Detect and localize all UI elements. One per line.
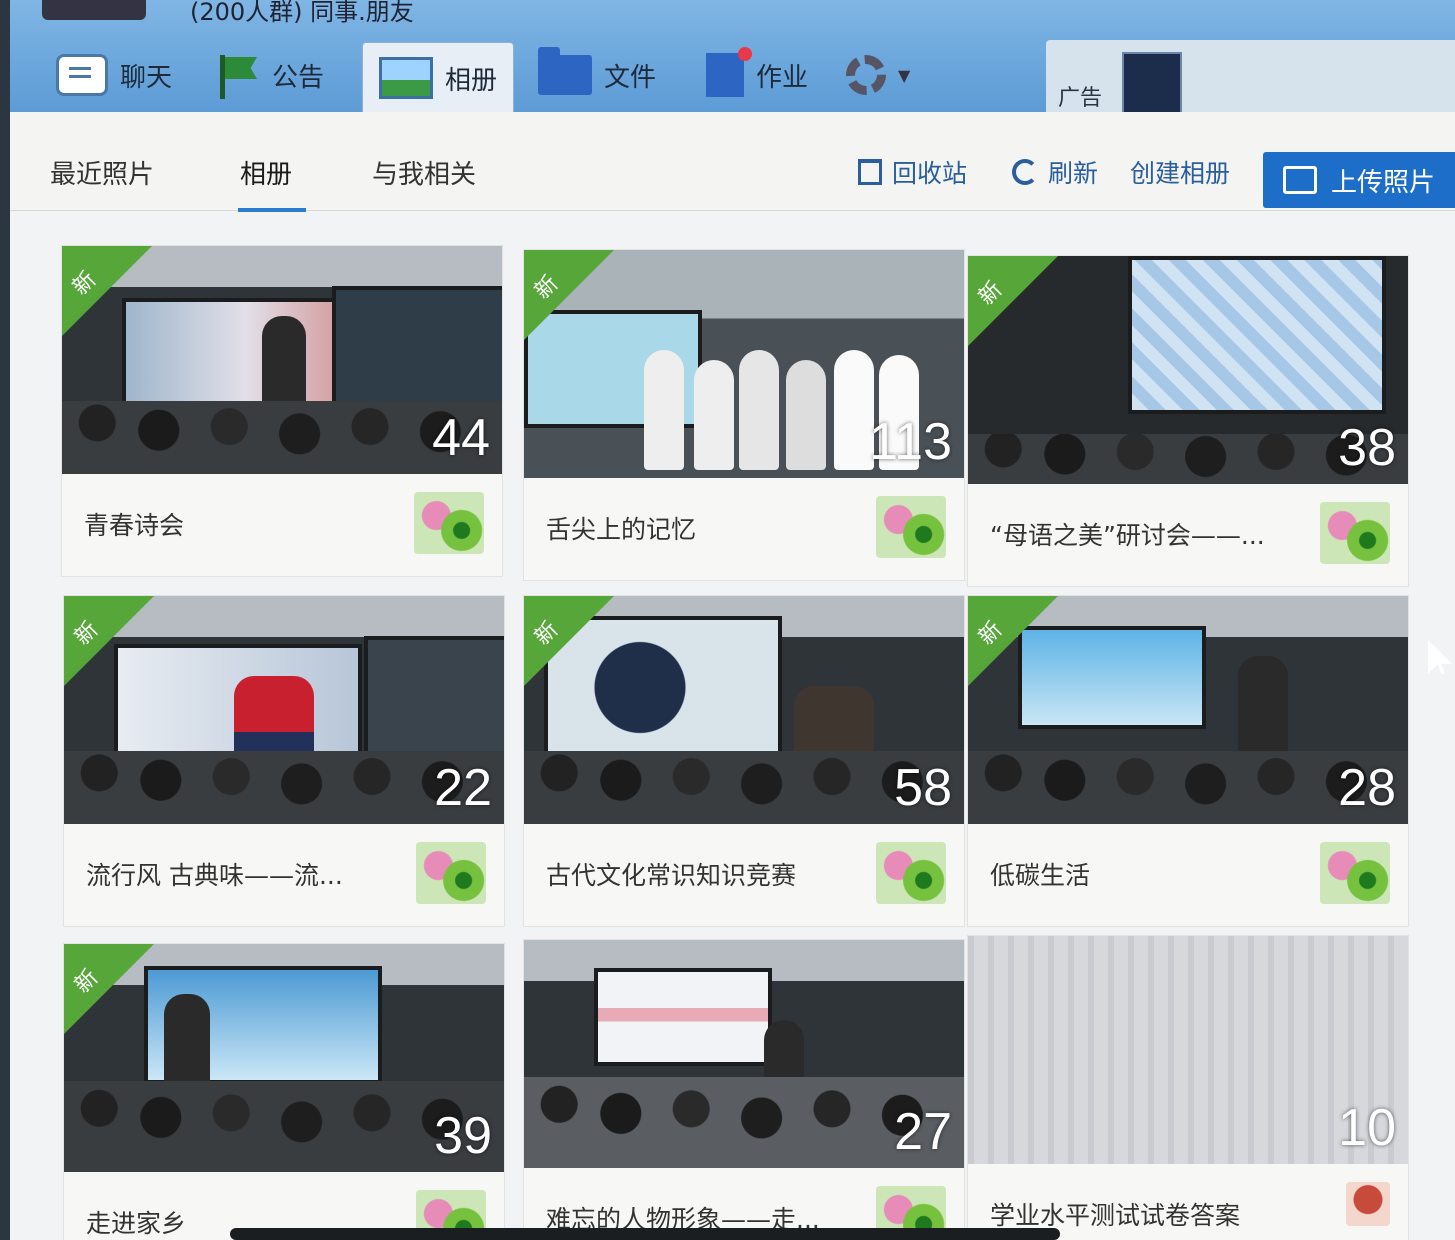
flag-icon <box>216 53 260 99</box>
new-badge: 新 <box>64 944 154 1034</box>
refresh-icon <box>1012 159 1038 185</box>
photo-count: 28 <box>1338 759 1396 817</box>
tab-recent-photos[interactable]: 最近照片 <box>50 154 154 191</box>
refresh-label: 刷新 <box>1048 159 1099 188</box>
group-avatar <box>42 0 146 20</box>
toolbar-files[interactable]: 文件 <box>538 46 656 104</box>
new-badge: 新 <box>968 596 1058 686</box>
tab-related-to-me[interactable]: 与我相关 <box>372 154 476 191</box>
recycle-bin-label: 回收站 <box>892 159 968 188</box>
photo-count: 22 <box>434 759 492 817</box>
owner-avatar <box>416 842 486 904</box>
album-card[interactable]: 28 新 低碳生活 <box>968 596 1408 926</box>
photo-count: 44 <box>432 409 490 467</box>
album-title: 低碳生活 <box>990 861 1091 890</box>
album-card[interactable]: 22 新 流行风 古典味——流... <box>64 596 504 926</box>
owner-avatar <box>876 842 946 904</box>
photo-count: 113 <box>869 413 952 471</box>
gear-icon <box>846 55 886 95</box>
album-card[interactable]: 27 难忘的人物形象——走... <box>524 940 964 1240</box>
group-toolbar: (200人群) 同事.朋友 聊天 公告 相册 文件 作业 ▼ 广告 <box>10 0 1455 130</box>
app-window: (200人群) 同事.朋友 聊天 公告 相册 文件 作业 ▼ 广告 最近照片 相… <box>10 0 1455 1240</box>
new-badge: 新 <box>62 246 152 336</box>
chat-icon <box>56 54 108 96</box>
group-title: (200人群) 同事.朋友 <box>190 0 414 26</box>
album-card[interactable]: 58 新 古代文化常识知识竞赛 <box>524 596 964 926</box>
folder-icon <box>538 47 592 95</box>
ad-thumbnail[interactable] <box>1122 52 1182 120</box>
photo-count: 38 <box>1338 419 1396 477</box>
upload-photos-label: 上传照片 <box>1331 167 1436 198</box>
toolbar-homework-label: 作业 <box>756 62 809 93</box>
album-card[interactable]: 10 学业水平测试试卷答案 <box>968 936 1408 1240</box>
trash-icon <box>858 159 882 185</box>
tab-albums[interactable]: 相册 <box>240 154 292 191</box>
toolbar-homework[interactable]: 作业 <box>706 46 808 104</box>
owner-avatar <box>414 492 484 554</box>
new-badge: 新 <box>968 256 1058 346</box>
album-title: “母语之美”研讨会——... <box>990 521 1265 550</box>
refresh-button[interactable]: 刷新 <box>1012 154 1098 190</box>
album-card[interactable]: 38 新 “母语之美”研讨会——... <box>968 256 1408 586</box>
album-card[interactable]: 39 新 走进家乡 <box>64 944 504 1240</box>
album-card[interactable]: 113 新 舌尖上的记忆 <box>524 250 964 580</box>
album-tabbar: 最近照片 相册 与我相关 回收站 刷新 创建相册 上传照片 <box>10 112 1455 212</box>
owner-avatar <box>876 496 946 558</box>
owner-avatar <box>1320 502 1390 564</box>
recycle-bin-button[interactable]: 回收站 <box>858 154 967 190</box>
album-icon <box>379 57 433 99</box>
homework-icon <box>706 47 752 97</box>
upload-photo-icon <box>1283 166 1317 194</box>
owner-avatar <box>1346 1182 1390 1226</box>
new-badge: 新 <box>64 596 154 686</box>
photo-count: 10 <box>1338 1099 1396 1157</box>
ad-label: 广告 <box>1058 86 1103 111</box>
toolbar-announcement-label: 公告 <box>272 62 325 93</box>
active-tab-indicator <box>238 208 306 212</box>
photo-count: 39 <box>434 1107 492 1165</box>
toolbar-album-label: 相册 <box>445 65 498 96</box>
album-title: 学业水平测试试卷答案 <box>990 1201 1241 1230</box>
toolbar-files-label: 文件 <box>604 62 657 93</box>
horizontal-scrollbar[interactable] <box>230 1228 1060 1240</box>
album-title: 舌尖上的记忆 <box>546 515 697 544</box>
owner-avatar <box>1320 842 1390 904</box>
chevron-down-icon: ▼ <box>898 65 911 85</box>
album-cover: 10 <box>968 936 1408 1164</box>
mouse-cursor-icon <box>1428 640 1452 674</box>
toolbar-chat-label: 聊天 <box>120 62 173 93</box>
toolbar-album[interactable]: 相册 <box>362 42 515 113</box>
toolbar-chat[interactable]: 聊天 <box>56 46 172 104</box>
create-album-button[interactable]: 创建相册 <box>1130 154 1230 190</box>
settings-menu[interactable]: ▼ <box>846 46 910 104</box>
new-badge: 新 <box>524 596 614 686</box>
toolbar-announcement[interactable]: 公告 <box>216 46 324 104</box>
album-cover: 27 <box>524 940 964 1168</box>
upload-photos-button[interactable]: 上传照片 <box>1263 152 1455 208</box>
photo-count: 27 <box>894 1103 952 1161</box>
album-title: 青春诗会 <box>84 511 185 540</box>
album-title: 流行风 古典味——流... <box>86 861 343 890</box>
album-title: 古代文化常识知识竞赛 <box>546 861 797 890</box>
album-card[interactable]: 44 新 青春诗会 <box>62 246 502 576</box>
new-badge: 新 <box>524 250 614 340</box>
photo-count: 58 <box>894 759 952 817</box>
